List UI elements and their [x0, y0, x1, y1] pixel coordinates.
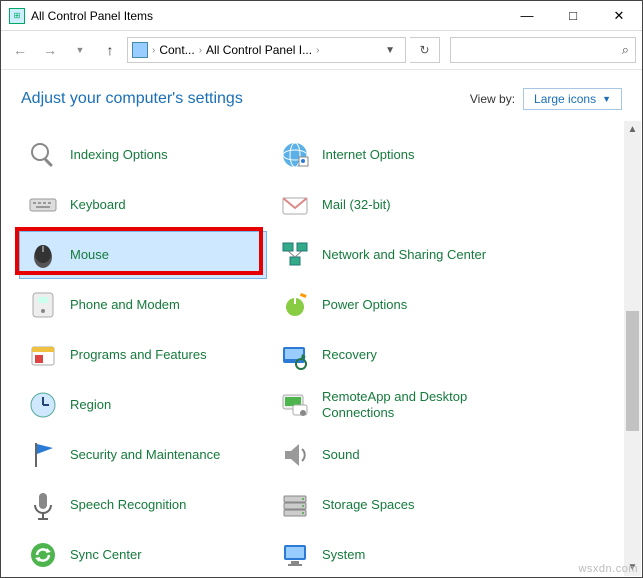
item-label: Internet Options [322, 147, 415, 163]
control-panel-item[interactable]: Programs and Features [19, 331, 267, 379]
control-panel-item[interactable]: Indexing Options [19, 131, 267, 179]
control-panel-path-icon [132, 42, 148, 58]
item-label: Mouse [70, 247, 109, 263]
search-input[interactable]: ⌕ [450, 37, 636, 63]
refresh-button[interactable]: ↻ [410, 37, 440, 63]
chevron-right-icon: › [316, 45, 319, 56]
keyboard-icon [26, 188, 60, 222]
back-button[interactable]: ← [7, 37, 33, 63]
control-panel-item[interactable]: RemoteApp and Desktop Connections [271, 381, 519, 429]
item-label: Programs and Features [70, 347, 207, 363]
storage-icon [278, 488, 312, 522]
control-panel-icon: ⊞ [9, 8, 25, 24]
control-panel-item[interactable]: Internet Options [271, 131, 519, 179]
window-title: All Control Panel Items [31, 9, 153, 23]
minimize-button[interactable]: — [504, 1, 550, 31]
scroll-up-button[interactable]: ▲ [624, 121, 641, 138]
chevron-down-icon: ▼ [602, 94, 611, 104]
phone-icon [26, 288, 60, 322]
breadcrumb-segment[interactable]: Cont... [159, 43, 194, 57]
control-panel-item[interactable]: Storage Spaces [271, 481, 519, 529]
breadcrumb-segment[interactable]: All Control Panel I... [206, 43, 312, 57]
item-label: System [322, 547, 365, 563]
item-label: Network and Sharing Center [322, 247, 486, 263]
item-label: RemoteApp and Desktop Connections [322, 389, 512, 420]
maximize-button[interactable]: □ [550, 1, 596, 31]
control-panel-item[interactable]: System [271, 531, 519, 577]
page-heading: Adjust your computer's settings [21, 90, 243, 108]
mail-icon [278, 188, 312, 222]
item-label: Mail (32-bit) [322, 197, 391, 213]
titlebar: ⊞ All Control Panel Items — □ ✕ [1, 1, 642, 31]
vertical-scrollbar[interactable]: ▲ ▼ [624, 121, 641, 576]
control-panel-item[interactable]: Region [19, 381, 267, 429]
control-panel-item[interactable]: Phone and Modem [19, 281, 267, 329]
nav-toolbar: ← → ▼ ↑ › Cont... › All Control Panel I.… [1, 31, 642, 69]
view-by-label: View by: [470, 92, 515, 106]
flag-icon [26, 438, 60, 472]
item-label: Sync Center [70, 547, 142, 563]
item-label: Recovery [322, 347, 377, 363]
remote-icon [278, 388, 312, 422]
clock-icon [26, 388, 60, 422]
forward-button[interactable]: → [37, 37, 63, 63]
item-label: Sound [322, 447, 360, 463]
up-button[interactable]: ↑ [97, 37, 123, 63]
globe-icon [278, 138, 312, 172]
recovery-icon [278, 338, 312, 372]
programs-icon [26, 338, 60, 372]
recent-locations-dropdown[interactable]: ▼ [67, 37, 93, 63]
control-panel-item[interactable]: Speech Recognition [19, 481, 267, 529]
network-icon [278, 238, 312, 272]
item-label: Speech Recognition [70, 497, 186, 513]
watermark: wsxdn.com [578, 563, 638, 575]
control-panel-item[interactable]: Recovery [271, 331, 519, 379]
item-label: Phone and Modem [70, 297, 180, 313]
control-panel-item[interactable]: Sync Center [19, 531, 267, 577]
system-icon [278, 538, 312, 572]
sync-icon [26, 538, 60, 572]
item-label: Region [70, 397, 111, 413]
item-label: Indexing Options [70, 147, 168, 163]
sound-icon [278, 438, 312, 472]
power-icon [278, 288, 312, 322]
search-icon: ⌕ [622, 42, 629, 58]
close-button[interactable]: ✕ [596, 1, 642, 31]
view-by-dropdown[interactable]: Large icons ▼ [523, 88, 622, 110]
control-panel-item[interactable]: Security and Maintenance [19, 431, 267, 479]
chevron-right-icon: › [199, 45, 202, 56]
items-area: Indexing Options Internet Options Keyboard… [1, 121, 624, 577]
content-header: Adjust your computer's settings View by:… [1, 70, 642, 122]
control-panel-item[interactable]: Mail (32-bit) [271, 181, 519, 229]
control-panel-item[interactable]: Sound [271, 431, 519, 479]
scroll-thumb[interactable] [626, 311, 639, 431]
magnifier-icon [26, 138, 60, 172]
item-label: Storage Spaces [322, 497, 415, 513]
mouse-icon [26, 238, 60, 272]
mic-icon [26, 488, 60, 522]
address-dropdown-icon[interactable]: ▼ [379, 45, 401, 56]
item-label: Security and Maintenance [70, 447, 220, 463]
control-panel-item[interactable]: Keyboard [19, 181, 267, 229]
control-panel-item[interactable]: Power Options [271, 281, 519, 329]
item-label: Keyboard [70, 197, 126, 213]
view-by-value: Large icons [534, 92, 596, 106]
control-panel-item[interactable]: Network and Sharing Center [271, 231, 519, 279]
address-bar[interactable]: › Cont... › All Control Panel I... › ▼ [127, 37, 406, 63]
item-label: Power Options [322, 297, 407, 313]
chevron-right-icon: › [152, 45, 155, 56]
control-panel-item[interactable]: Mouse [19, 231, 267, 279]
